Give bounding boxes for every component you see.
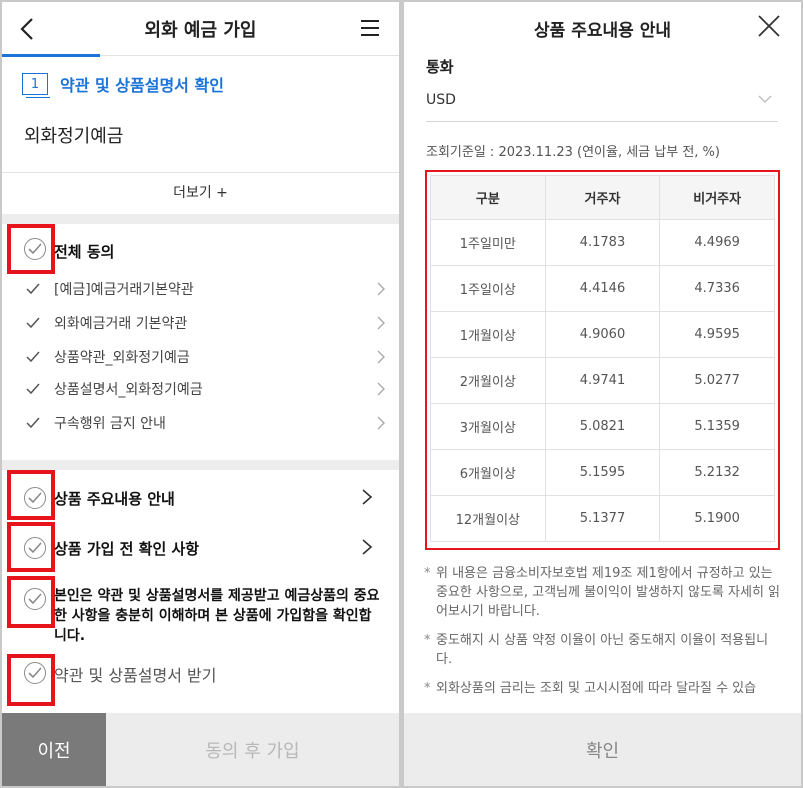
terms-item-label: 상품약관_외화정기예금 (54, 350, 190, 366)
table-header-row: 구분 거주자 비거주자 (430, 175, 775, 220)
period-cell: 1개월이상 (430, 311, 546, 358)
signup-panel: 외화 예금 가입 1 약관 및 상품설명서 확인 외화정기예금 더보기 + 전체… (2, 2, 399, 786)
highlight-box (7, 576, 55, 628)
resident-rate-cell: 5.0821 (544, 403, 661, 450)
reference-date: 조회기준일 : 2023.11.23 (연이율, 세금 납부 전, %) (426, 145, 720, 160)
product-info-modal: 상품 주요내용 안내 통화 USD 조회기준일 : 2023.11.23 (연이… (404, 2, 801, 786)
table-row: 1주일이상 4.4146 4.7336 (430, 265, 775, 312)
nonresident-rate-cell: 4.9595 (659, 311, 775, 358)
resident-rate-cell: 5.1377 (544, 495, 661, 542)
currency-label: 통화 (426, 58, 454, 76)
section-gap (2, 460, 399, 470)
terms-item-label: 구속행위 금지 안내 (54, 416, 166, 432)
nonresident-rate-cell: 5.1900 (659, 495, 775, 542)
table-header: 비거주자 (659, 175, 775, 220)
chevron-right-icon[interactable] (361, 488, 373, 506)
confirm-button[interactable]: 확인 (404, 713, 801, 786)
resident-rate-cell: 4.9741 (544, 357, 661, 404)
step-indicator: 1 약관 및 상품설명서 확인 (22, 72, 224, 98)
currency-select[interactable]: USD (426, 86, 778, 122)
check-icon (26, 283, 40, 295)
product-name: 외화정기예금 (24, 126, 124, 147)
period-cell: 6개월이상 (430, 449, 546, 496)
nonresident-rate-cell: 5.2132 (659, 449, 775, 496)
nonresident-rate-cell: 5.1359 (659, 403, 775, 450)
period-cell: 3개월이상 (430, 403, 546, 450)
prev-button[interactable]: 이전 (2, 713, 106, 786)
highlight-box (7, 654, 55, 706)
nonresident-rate-cell: 4.4969 (659, 219, 775, 266)
table-row: 6개월이상 5.1595 5.2132 (430, 449, 775, 496)
highlight-box (7, 522, 55, 572)
chevron-right-icon (377, 416, 385, 430)
nonresident-rate-cell: 5.0277 (659, 357, 775, 404)
consent-text[interactable]: 본인은 약관 및 상품설명서를 제공받고 예금상품의 중요한 사항을 충분히 이… (54, 586, 384, 646)
note-item: 중도해지 시 상품 약정 이율이 아닌 중도해지 이율이 적용됩니다. (424, 631, 784, 669)
note-item: 위 내용은 금융소비자보호법 제19조 제1항에서 규정하고 있는 중요한 사항… (424, 564, 784, 621)
resident-rate-cell: 5.1595 (544, 449, 661, 496)
rate-table-highlight: 구분 거주자 비거주자 1주일미만 4.1783 4.4969 1주일이상 4.… (425, 170, 780, 550)
close-icon[interactable] (757, 14, 781, 38)
terms-item[interactable]: 상품약관_외화정기예금 (26, 346, 386, 368)
table-header: 구분 (430, 175, 546, 220)
chevron-down-icon (758, 95, 772, 103)
divider (2, 172, 399, 173)
all-agree-label[interactable]: 전체 동의 (54, 241, 114, 262)
step-number-badge: 1 (22, 73, 50, 98)
note-item: 외화상품의 금리는 조회 및 고시시점에 따라 달라질 수 있습 (424, 679, 784, 698)
terms-item-label: 상품설명서_외화정기예금 (54, 382, 203, 398)
step-label: 약관 및 상품설명서 확인 (60, 76, 224, 95)
menu-icon[interactable] (359, 18, 381, 38)
chevron-right-icon (377, 282, 385, 296)
notes: 위 내용은 금융소비자보호법 제19조 제1항에서 규정하고 있는 중요한 사항… (424, 564, 784, 708)
chevron-right-icon (377, 316, 385, 330)
more-button[interactable]: 더보기 + (2, 182, 399, 202)
modal-header: 상품 주요내용 안내 (404, 2, 801, 52)
highlight-box (7, 224, 55, 274)
chevron-right-icon (377, 382, 385, 396)
table-header: 거주자 (544, 175, 661, 220)
modal-title: 상품 주요내용 안내 (534, 21, 671, 41)
rate-table: 구분 거주자 비거주자 1주일미만 4.1783 4.4969 1주일이상 4.… (430, 175, 775, 542)
terms-item[interactable]: 외화예금거래 기본약관 (26, 312, 386, 334)
signup-header: 외화 예금 가입 (2, 2, 399, 56)
resident-rate-cell: 4.9060 (544, 311, 661, 358)
chevron-right-icon[interactable] (361, 538, 373, 556)
terms-item-label: [예금]예금거래기본약관 (54, 282, 194, 298)
resident-rate-cell: 4.1783 (544, 219, 661, 266)
table-row: 1개월이상 4.9060 4.9595 (430, 311, 775, 358)
chevron-right-icon (377, 350, 385, 364)
table-row: 12개월이상 5.1377 5.1900 (430, 495, 775, 542)
check-icon (26, 417, 40, 429)
table-row: 1주일미만 4.1783 4.4969 (430, 219, 775, 266)
period-cell: 1주일미만 (430, 219, 546, 266)
highlight-box (7, 470, 55, 520)
period-cell: 1주일이상 (430, 265, 546, 312)
progress-bar (2, 54, 100, 57)
period-cell: 2개월이상 (430, 357, 546, 404)
nonresident-rate-cell: 4.7336 (659, 265, 775, 312)
period-cell: 12개월이상 (430, 495, 546, 542)
section-gap (2, 214, 399, 224)
product-info-label[interactable]: 상품 주요내용 안내 (54, 488, 175, 509)
receive-docs-label[interactable]: 약관 및 상품설명서 받기 (54, 662, 216, 686)
page-title: 외화 예금 가입 (144, 20, 257, 41)
terms-item-label: 외화예금거래 기본약관 (54, 316, 188, 332)
table-row: 3개월이상 5.0821 5.1359 (430, 403, 775, 450)
check-icon (26, 351, 40, 363)
table-row: 2개월이상 4.9741 5.0277 (430, 357, 775, 404)
currency-value: USD (426, 92, 456, 108)
check-icon (26, 383, 40, 395)
agree-and-join-button[interactable]: 동의 후 가입 (106, 713, 399, 786)
terms-item[interactable]: [예금]예금거래기본약관 (26, 278, 386, 300)
terms-item[interactable]: 구속행위 금지 안내 (26, 412, 386, 434)
pre-join-label[interactable]: 상품 가입 전 확인 사항 (54, 538, 199, 559)
resident-rate-cell: 4.4146 (544, 265, 661, 312)
check-icon (26, 317, 40, 329)
terms-item[interactable]: 상품설명서_외화정기예금 (26, 378, 386, 400)
